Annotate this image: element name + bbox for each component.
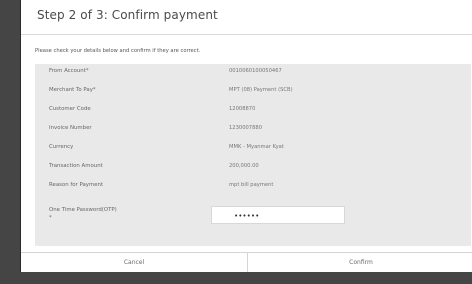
detail-label: Merchant To Pay* (49, 87, 96, 93)
payment-details-panel: From Account* 0010060100050467 Merchant … (35, 64, 471, 246)
otp-input[interactable] (211, 206, 345, 224)
detail-value: 200,000.00 (229, 163, 259, 169)
confirm-button[interactable]: Confirm (248, 253, 472, 272)
instruction-text: Please check your details below and conf… (35, 48, 201, 54)
detail-label: Transaction Amount (49, 163, 103, 169)
detail-row-from-account: From Account* 0010060100050467 (35, 64, 471, 84)
detail-row-invoice-number: Invoice Number 1230007880 (35, 121, 471, 141)
detail-value: 12008870 (229, 106, 256, 112)
detail-value: MPT (08) Payment (SCB) (229, 87, 293, 93)
detail-label: Invoice Number (49, 125, 92, 131)
detail-label: Customer Code (49, 106, 91, 112)
detail-row-reason: Reason for Payment mpt bill payment (35, 178, 471, 198)
detail-label: From Account* (49, 68, 89, 74)
cancel-button[interactable]: Cancel (21, 253, 247, 272)
detail-value: 1230007880 (229, 125, 263, 131)
dialog-title: Step 2 of 3: Confirm payment (37, 8, 218, 22)
otp-label: One Time Password(OTP) * (49, 207, 117, 221)
detail-label: Reason for Payment (49, 182, 104, 188)
screen-background: Step 2 of 3: Confirm payment Please chec… (0, 0, 472, 284)
detail-row-transaction-amount: Transaction Amount 200,000.00 (35, 159, 471, 179)
confirm-payment-dialog: Step 2 of 3: Confirm payment Please chec… (20, 0, 472, 272)
detail-value: MMK - Myanmar Kyat (229, 144, 284, 150)
detail-value: 0010060100050467 (229, 68, 282, 74)
detail-label: Currency (49, 144, 74, 150)
detail-value: mpt bill payment (229, 182, 274, 188)
detail-row-merchant: Merchant To Pay* MPT (08) Payment (SCB) (35, 83, 471, 103)
title-divider (21, 34, 472, 35)
detail-row-customer-code: Customer Code 12008870 (35, 102, 471, 122)
detail-row-currency: Currency MMK - Myanmar Kyat (35, 140, 471, 160)
